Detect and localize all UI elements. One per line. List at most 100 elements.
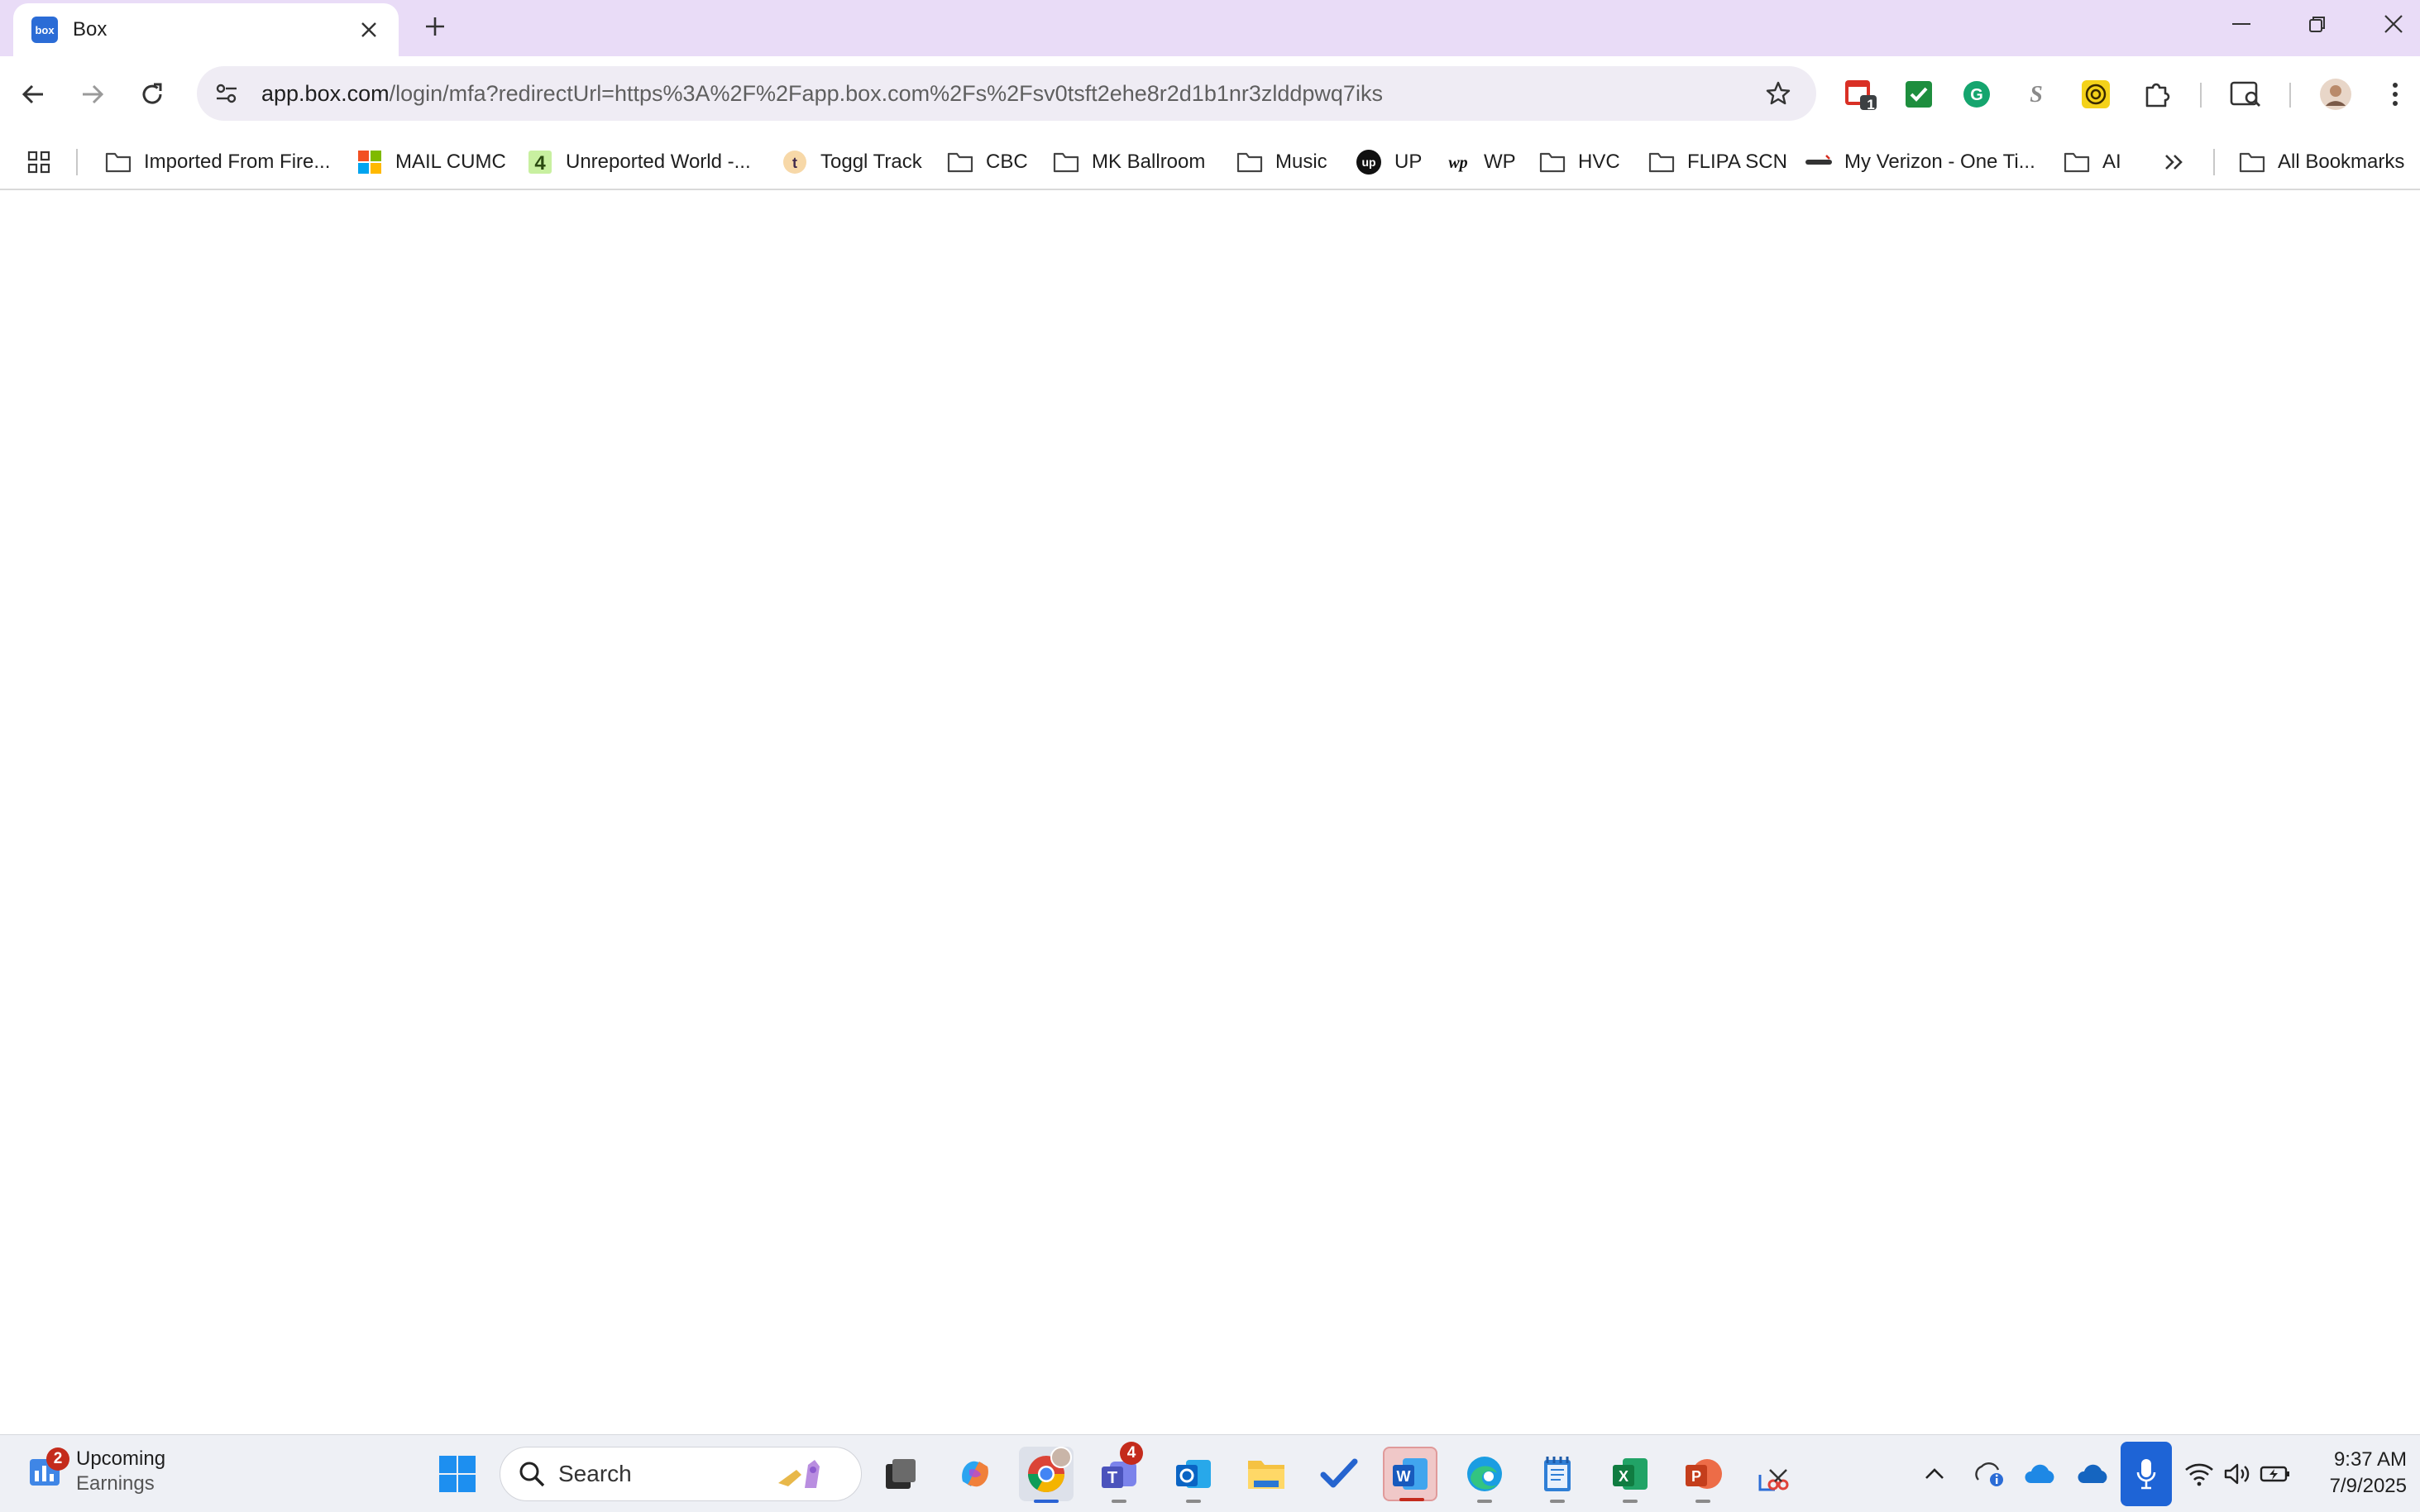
bookmark-label: MK Ballroom (1092, 151, 1206, 173)
wifi-icon[interactable] (2180, 1455, 2218, 1493)
more-bookmarks-button[interactable] (2160, 144, 2200, 180)
todo-taskbar-button[interactable] (1312, 1447, 1366, 1501)
excel-taskbar-button[interactable]: X (1603, 1447, 1657, 1503)
svg-text:W: W (1397, 1468, 1411, 1485)
notepad-taskbar-button[interactable] (1530, 1447, 1585, 1503)
bookmark-music[interactable]: Music (1236, 144, 1327, 180)
widget-badge: 2 (46, 1447, 69, 1471)
back-button[interactable] (13, 74, 53, 114)
onedrive-business-icon[interactable] (2074, 1455, 2112, 1493)
taskbar-search[interactable]: Search (500, 1447, 862, 1501)
snipping-tool-button[interactable] (1748, 1447, 1803, 1501)
show-hidden-icons-chevron-icon[interactable] (1915, 1455, 1954, 1493)
folder-icon (1052, 148, 1080, 176)
bookmark-my-verizon[interactable]: My Verizon - One Ti... (1805, 144, 2035, 180)
svg-text:wp: wp (1448, 154, 1467, 172)
apps-grid-button[interactable] (25, 144, 65, 180)
minimize-button[interactable] (2203, 0, 2279, 48)
washington-post-icon: wp (1444, 148, 1472, 176)
bookmark-unreported-world[interactable]: 4 Unreported World -... (526, 144, 751, 180)
teams-taskbar-button[interactable]: T 4 (1092, 1442, 1146, 1503)
calendar-extension-icon[interactable]: 1 (1841, 74, 1881, 114)
bookmark-hvc[interactable]: HVC (1538, 144, 1620, 180)
running-indicator (1623, 1500, 1638, 1503)
running-indicator (1695, 1500, 1710, 1503)
clock-date: 7/9/2025 (2329, 1475, 2407, 1497)
powerpoint-taskbar-button[interactable]: P (1676, 1447, 1730, 1503)
bookmark-flipa-scn[interactable]: FLIPA SCN (1648, 144, 1787, 180)
forward-button[interactable] (73, 74, 112, 114)
bookmark-label: WP (1484, 151, 1516, 173)
verizon-icon (1805, 148, 1833, 176)
browser-toolbar: app.box.com/login/mfa?redirectUrl=https%… (0, 56, 2420, 134)
extensions-puzzle-icon[interactable] (2137, 74, 2177, 114)
bookmark-label: CBC (986, 151, 1028, 173)
bookmark-mail-cumc[interactable]: MAIL CUMC (356, 144, 506, 180)
folder-icon (946, 148, 974, 176)
battery-charging-icon[interactable] (2256, 1455, 2294, 1493)
channel4-icon: 4 (526, 148, 554, 176)
bookmark-cbc[interactable]: CBC (946, 144, 1028, 180)
svg-text:X: X (1619, 1468, 1628, 1485)
folder-icon (1648, 148, 1676, 176)
profile-avatar[interactable] (2316, 74, 2355, 114)
volume-icon[interactable] (2218, 1455, 2256, 1493)
file-explorer-button[interactable] (1239, 1447, 1294, 1501)
microphone-in-use-icon[interactable] (2121, 1442, 2172, 1506)
tab-box[interactable]: box Box (13, 3, 399, 56)
reload-button[interactable] (132, 74, 172, 114)
grammarly-icon[interactable]: G (1957, 74, 1997, 114)
task-view-button[interactable] (873, 1447, 928, 1501)
bookmark-ai[interactable]: AI (2063, 144, 2121, 180)
svg-text:up: up (1361, 156, 1375, 169)
start-button[interactable] (430, 1447, 485, 1501)
folder-icon (104, 148, 132, 176)
all-bookmarks-button[interactable]: All Bookmarks (2238, 144, 2404, 180)
new-tab-button[interactable] (415, 7, 455, 46)
site-settings-icon[interactable] (208, 75, 245, 112)
widgets-button[interactable]: 2 Upcoming Earnings (25, 1447, 165, 1496)
stock-chart-icon: 2 (25, 1447, 69, 1492)
tab-search-icon[interactable] (2226, 74, 2266, 114)
network-info-icon[interactable] (1970, 1455, 2008, 1493)
bookmark-label: FLIPA SCN (1687, 151, 1787, 173)
chrome-profile-avatar (1050, 1447, 1072, 1468)
word-taskbar-button[interactable]: W (1383, 1447, 1437, 1501)
system-clock[interactable]: 9:37 AM 7/9/2025 (2303, 1447, 2407, 1500)
onedrive-icon[interactable] (2021, 1455, 2059, 1493)
bookmarks-bar: Imported From Fire... MAIL CUMC 4 Unrepo… (0, 134, 2420, 190)
microsoft-logo-icon (356, 148, 384, 176)
folder-icon (2063, 148, 2091, 176)
address-bar[interactable]: app.box.com/login/mfa?redirectUrl=https%… (197, 66, 1816, 121)
toolbar-divider (2289, 83, 2291, 108)
bookmark-star-icon[interactable] (1758, 74, 1798, 113)
outlook-taskbar-button[interactable] (1166, 1447, 1221, 1503)
search-highlight-icon (772, 1452, 843, 1497)
checkmark-extension-icon[interactable] (1899, 74, 1939, 114)
apps-grid-icon (25, 148, 53, 176)
s-extension-icon[interactable]: S (2016, 74, 2056, 114)
svg-text:S: S (2030, 82, 2043, 108)
restore-button[interactable] (2279, 0, 2355, 48)
toggl-icon: t (781, 148, 809, 176)
bookmark-label: Imported From Fire... (144, 151, 331, 173)
bookmark-label: Unreported World -... (566, 151, 751, 173)
bookmark-toggl-track[interactable]: t Toggl Track (781, 144, 922, 180)
bookmark-mk-ballroom[interactable]: MK Ballroom (1052, 144, 1205, 180)
running-indicator (1550, 1500, 1565, 1503)
close-tab-icon[interactable] (354, 15, 384, 45)
copilot-icon[interactable] (948, 1447, 1002, 1501)
edge-taskbar-button[interactable] (1457, 1447, 1512, 1503)
box-favicon-icon: box (31, 17, 58, 43)
chevron-double-right-icon (2160, 148, 2188, 176)
bookmarks-divider (76, 149, 78, 175)
target-extension-icon[interactable] (2076, 74, 2116, 114)
chrome-taskbar-button[interactable] (1019, 1447, 1074, 1503)
bookmark-wp[interactable]: wp WP (1444, 144, 1516, 180)
bookmark-imported-from-firefox[interactable]: Imported From Fire... (104, 144, 330, 180)
close-window-button[interactable] (2355, 0, 2420, 48)
bookmark-up[interactable]: up UP (1355, 144, 1422, 180)
url-text[interactable]: app.box.com/login/mfa?redirectUrl=https%… (261, 81, 1758, 107)
running-indicator (1186, 1500, 1201, 1503)
menu-kebab-icon[interactable] (2375, 74, 2415, 114)
